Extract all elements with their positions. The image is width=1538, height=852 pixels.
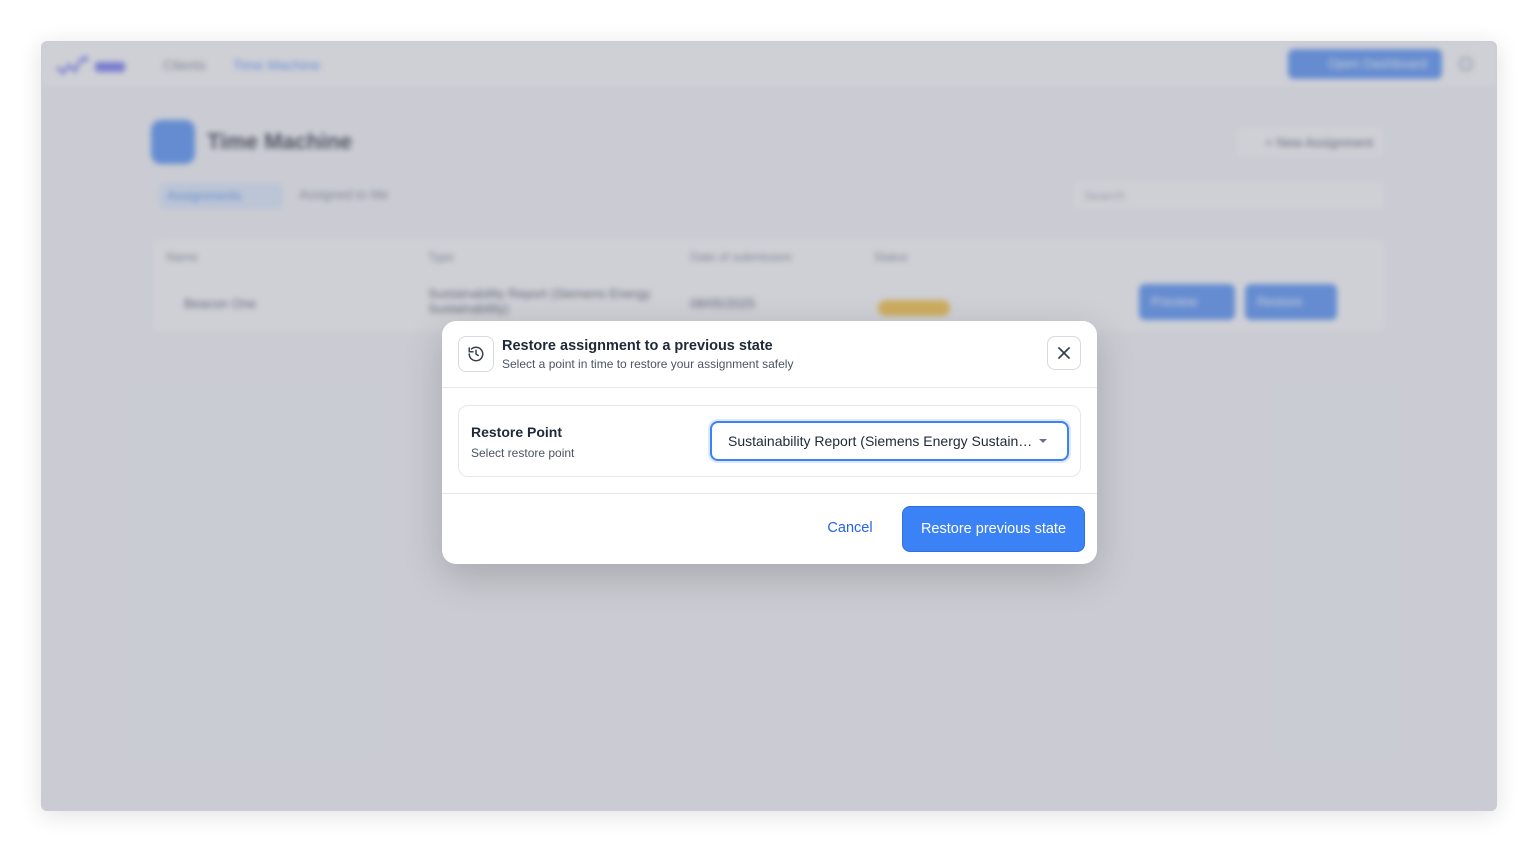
dialog-subtitle: Select a point in time to restore your a… <box>502 357 794 371</box>
cancel-button[interactable]: Cancel <box>815 508 885 548</box>
restore-point-select[interactable]: Sustainability Report (Siemens Energy Su… <box>710 421 1069 461</box>
history-icon <box>458 336 494 372</box>
close-button[interactable] <box>1047 336 1081 370</box>
close-icon <box>1058 347 1070 359</box>
restore-point-label: Restore Point <box>471 424 563 440</box>
restore-dialog: Restore assignment to a previous state S… <box>442 321 1097 564</box>
restore-point-selected-value: Sustainability Report (Siemens Energy Su… <box>728 433 1033 449</box>
chevron-down-icon <box>1039 439 1047 443</box>
restore-previous-state-button[interactable]: Restore previous state <box>902 506 1085 552</box>
dialog-body: Restore Point Select restore point Susta… <box>442 388 1097 494</box>
restore-point-field: Restore Point Select restore point Susta… <box>458 405 1081 477</box>
dialog-title: Restore assignment to a previous state <box>502 338 773 354</box>
dialog-header: Restore assignment to a previous state S… <box>442 321 1097 388</box>
restore-point-help: Select restore point <box>471 446 575 460</box>
